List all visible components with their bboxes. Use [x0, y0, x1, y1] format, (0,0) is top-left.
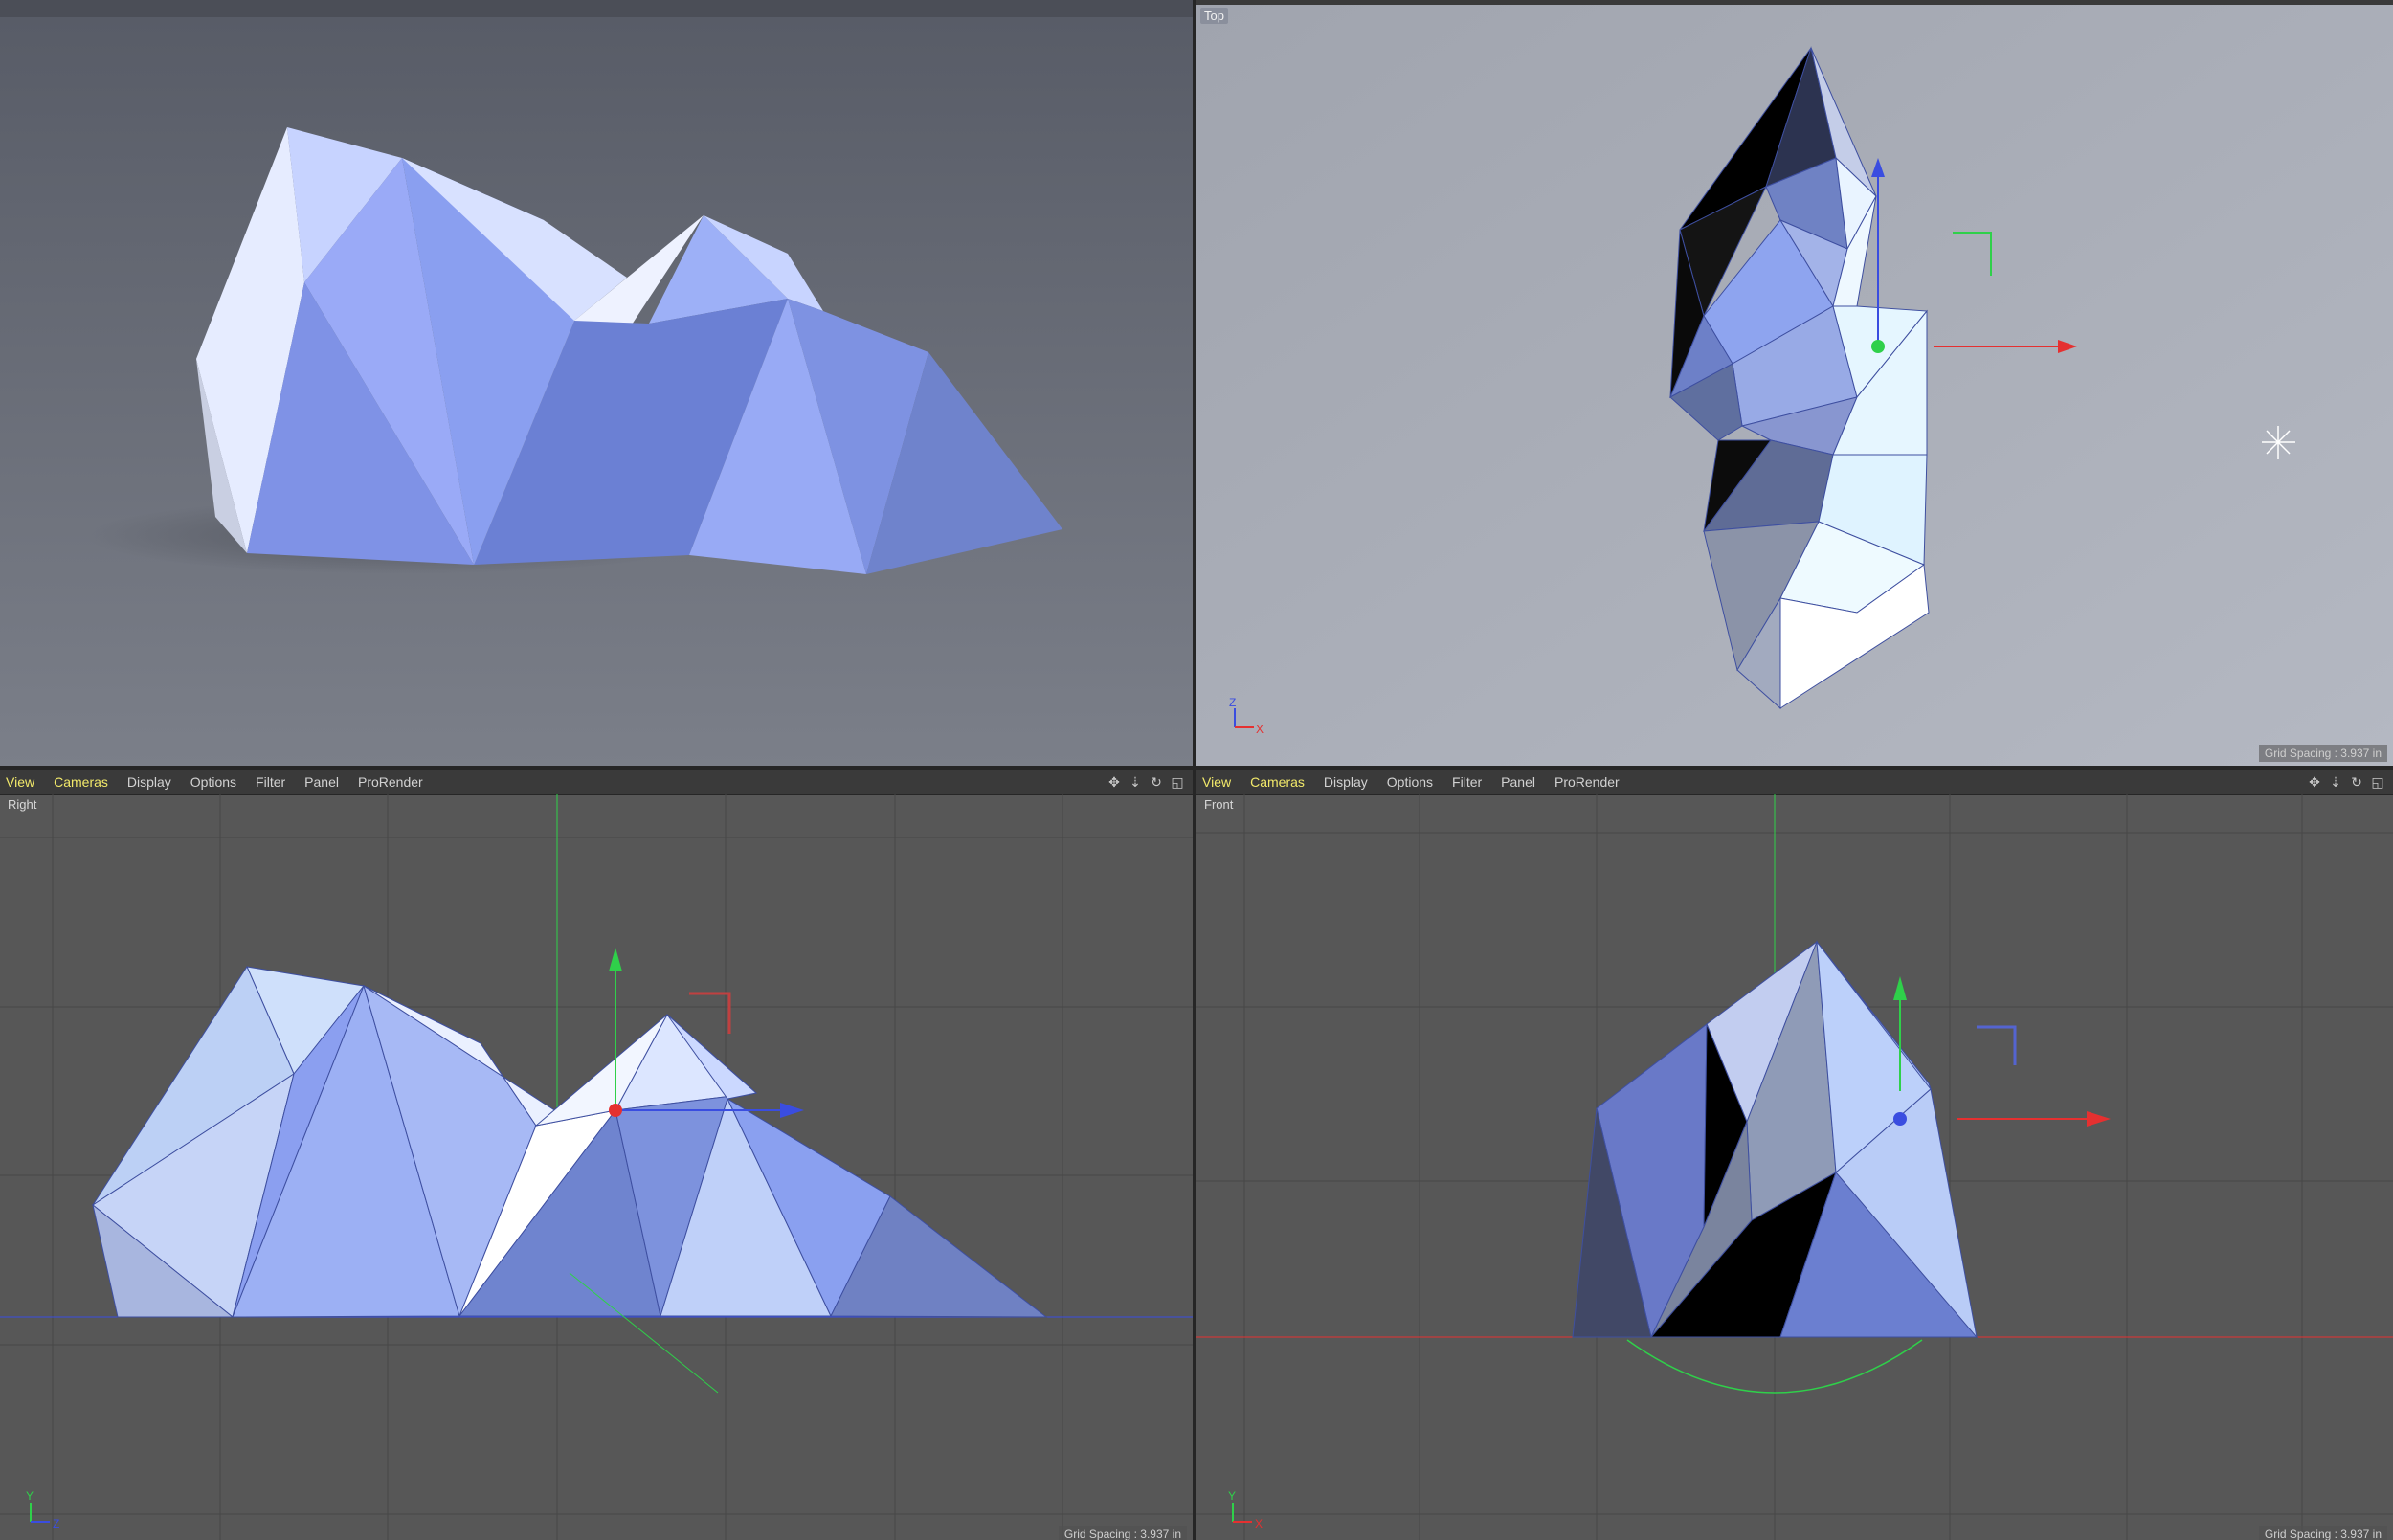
move-view-icon[interactable]: ✥	[1107, 774, 1122, 790]
axis-label-x: X	[1256, 723, 1264, 736]
menu-display[interactable]: Display	[127, 774, 171, 790]
perspective-canvas[interactable]	[0, 0, 1193, 766]
axis-label-x: X	[1255, 1517, 1263, 1530]
move-view-icon[interactable]: ✥	[2307, 774, 2322, 790]
iceberg-mesh-right[interactable]	[92, 965, 1048, 1318]
menu-panel[interactable]: Panel	[304, 774, 339, 790]
maximize-view-icon[interactable]: ◱	[1170, 774, 1185, 790]
viewport-label-top: Top	[1200, 8, 1228, 24]
right-canvas[interactable]: Y Z	[0, 794, 1193, 1540]
menu-options[interactable]: Options	[190, 774, 236, 790]
viewport-divider-horizontal[interactable]	[0, 766, 2393, 770]
rotate-view-icon[interactable]: ↻	[2349, 774, 2364, 790]
menu-cameras[interactable]: Cameras	[1250, 774, 1305, 790]
axis-label-z: Z	[53, 1517, 59, 1530]
grid-spacing-front: Grid Spacing : 3.937 in	[2258, 1526, 2387, 1540]
menu-panel[interactable]: Panel	[1501, 774, 1535, 790]
menu-view[interactable]: View	[6, 774, 34, 790]
perspective-viewport[interactable]	[0, 0, 1193, 766]
menu-prorender[interactable]: ProRender	[1554, 774, 1620, 790]
menu-cameras[interactable]: Cameras	[54, 774, 108, 790]
grid-spacing-right: Grid Spacing : 3.937 in	[1058, 1526, 1187, 1540]
menu-view[interactable]: View	[1202, 774, 1231, 790]
menubar-front-viewport: View Cameras Display Options Filter Pane…	[1196, 770, 2393, 795]
right-viewport[interactable]: View Cameras Display Options Filter Pane…	[0, 770, 1193, 1540]
axis-indicator-front: Y X	[1228, 1489, 1263, 1530]
maximize-view-icon[interactable]: ◱	[2370, 774, 2385, 790]
front-viewport[interactable]: View Cameras Display Options Filter Pane…	[1196, 770, 2393, 1540]
grid-spacing-top: Grid Spacing : 3.937 in	[2258, 745, 2387, 762]
viewport-divider-vertical[interactable]	[1193, 0, 1196, 1540]
axis-indicator-right: Y Z	[26, 1489, 59, 1530]
menu-options[interactable]: Options	[1387, 774, 1433, 790]
zoom-view-icon[interactable]: ⇣	[2328, 774, 2343, 790]
menu-filter[interactable]: Filter	[256, 774, 285, 790]
viewport-label-front: Front	[1204, 797, 1234, 812]
top-viewport[interactable]: Z X Top Grid Spacing : 3.937 in	[1196, 0, 2393, 766]
axis-label-y: Y	[26, 1489, 34, 1503]
axis-label-y: Y	[1228, 1489, 1236, 1503]
front-canvas[interactable]: Y X	[1196, 794, 2393, 1540]
top-canvas[interactable]: Z X	[1196, 0, 2393, 766]
rotate-view-icon[interactable]: ↻	[1149, 774, 1164, 790]
menu-display[interactable]: Display	[1324, 774, 1368, 790]
viewport-label-right: Right	[8, 797, 37, 812]
menu-prorender[interactable]: ProRender	[358, 774, 423, 790]
menu-filter[interactable]: Filter	[1452, 774, 1482, 790]
menubar-right-viewport: View Cameras Display Options Filter Pane…	[0, 770, 1193, 795]
iceberg-mesh-front[interactable]	[1572, 940, 1979, 1339]
axis-label-z: Z	[1229, 696, 1236, 709]
zoom-view-icon[interactable]: ⇣	[1128, 774, 1143, 790]
